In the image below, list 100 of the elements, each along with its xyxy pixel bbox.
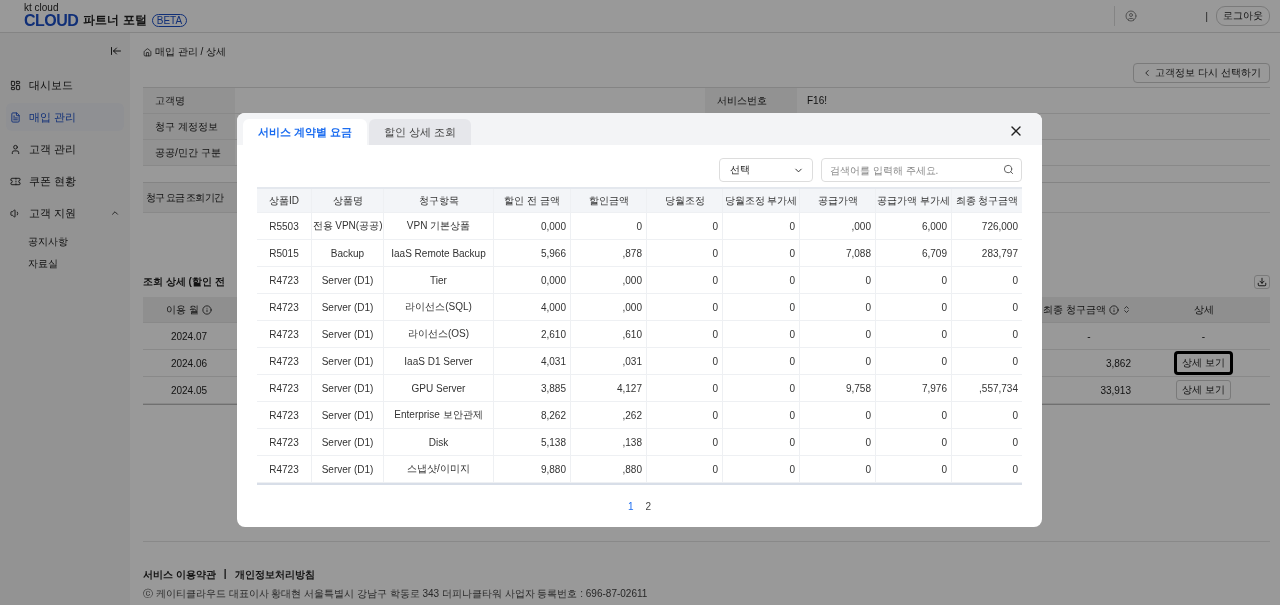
table-cell: 4,031 (493, 348, 570, 374)
table-cell-text: R5015 (268, 246, 300, 261)
table-cell-text: R5503 (268, 219, 300, 234)
table-cell: 4,127 (570, 375, 646, 401)
table-cell: 0 (951, 267, 1022, 293)
column-header: 상세 (1192, 302, 1215, 317)
sidebar-subitem[interactable]: 공지사항 (6, 231, 124, 253)
table-cell: 7,976 (875, 375, 951, 401)
table-cell: 0 (951, 321, 1022, 347)
table-cell: Disk (383, 429, 493, 455)
logout-button[interactable]: 로그아웃 (1216, 6, 1270, 26)
logo[interactable]: CLOUD (24, 13, 79, 29)
table-cell: 0 (722, 213, 799, 239)
table-cell-text: R4723 (268, 381, 300, 396)
column-header: 상품명 (311, 189, 383, 212)
table-cell: 0,000 (493, 267, 570, 293)
table-cell: 0 (951, 456, 1022, 482)
table-cell: ,000 (799, 213, 875, 239)
table-cell: ,878 (570, 240, 646, 266)
document-icon (10, 111, 21, 123)
user-avatar-icon[interactable] (1125, 10, 1138, 22)
table-cell-text: 3,862 (1104, 356, 1132, 371)
table-cell: 0 (799, 294, 875, 320)
info-label: 고객명 (143, 88, 235, 113)
table-cell: 스냅샷/이미지 (383, 456, 493, 482)
section-title: 조회 상세 (할인 전 (143, 275, 225, 289)
table-cell: 0 (799, 429, 875, 455)
table-cell: 0 (875, 267, 951, 293)
sidebar-item[interactable]: 매입 관리 (6, 103, 124, 131)
table-cell: 0 (799, 321, 875, 347)
table-cell: 726,000 (951, 213, 1022, 239)
ticket-icon (10, 175, 21, 187)
table-cell: ,138 (570, 429, 646, 455)
table-cell: 5,138 (493, 429, 570, 455)
table-cell: 6,000 (875, 213, 951, 239)
column-header: 공급가액 부가세 (875, 189, 951, 212)
sidebar-item[interactable]: 고객 지원 (6, 199, 124, 227)
table-cell: 0 (875, 429, 951, 455)
detail-button[interactable]: 상세 보기 (1176, 380, 1231, 400)
table-cell: Server (D1) (311, 267, 383, 293)
table-cell: 9,880 (493, 456, 570, 482)
table-cell: 0 (799, 456, 875, 482)
sort-icon[interactable] (1121, 305, 1131, 314)
table-cell: 0 (951, 294, 1022, 320)
table-cell: 0 (646, 402, 722, 428)
collapse-icon[interactable] (110, 45, 122, 57)
table-cell-text: - (1086, 329, 1092, 344)
table-cell: 0 (646, 267, 722, 293)
select-dropdown[interactable]: 선택 (719, 158, 813, 182)
footer-link[interactable]: 서비스 이용약관 (143, 568, 216, 582)
footer-link[interactable]: 개인정보처리방침 (234, 568, 315, 582)
search-icon[interactable] (1003, 164, 1014, 175)
home-icon (143, 47, 152, 57)
sidebar-item[interactable]: 고객 관리 (6, 135, 124, 163)
search-field[interactable]: 검색어를 입력해 주세요. (821, 158, 1022, 182)
table-cell-text: R4723 (268, 408, 300, 423)
table-cell: 283,797 (951, 240, 1022, 266)
table-cell: ,610 (570, 321, 646, 347)
table-cell: 0 (646, 456, 722, 482)
table-cell: 2,610 (493, 321, 570, 347)
table-cell-text: R4723 (268, 327, 300, 342)
page-button[interactable]: 2 (645, 501, 652, 512)
table-cell: 0 (799, 267, 875, 293)
detail-button[interactable]: 상세 보기 (1175, 352, 1232, 374)
table-cell: 0 (722, 321, 799, 347)
table-cell: GPU Server (383, 375, 493, 401)
tab[interactable]: 할인 상세 조회 (369, 119, 472, 145)
page-button[interactable]: 1 (627, 501, 634, 512)
info-icon (1108, 304, 1119, 315)
column-header[interactable]: 최종 청구금액 (1041, 297, 1137, 322)
table-cell: 0 (646, 321, 722, 347)
table-cell: Tier (383, 267, 493, 293)
table-cell: 0 (722, 429, 799, 455)
company-info: ⓒ 케이티클라우드 대표이사 황대현 서울특별시 강남구 학동로 343 더피나클타워 사업자 등록번호 : 696-87-02611 (143, 587, 649, 601)
tab[interactable]: 서비스 계약별 요금 (243, 119, 368, 145)
column-header: 이용 월 (143, 297, 235, 322)
table-cell: 0 (951, 429, 1022, 455)
column-header: 당월조정 (646, 189, 722, 212)
table-cell: - (1201, 330, 1206, 342)
table-cell: Server (D1) (311, 348, 383, 374)
info-label: 청구 계정정보 (143, 114, 235, 139)
download-button[interactable] (1254, 275, 1270, 289)
table-cell: 3,885 (493, 375, 570, 401)
chart-icon (10, 79, 21, 91)
table-cell: 라이선스(OS) (383, 321, 493, 347)
table-cell: 0 (875, 348, 951, 374)
user-icon (10, 143, 21, 155)
sidebar-subitem[interactable]: 자료실 (6, 253, 124, 275)
table-cell: 0 (875, 321, 951, 347)
table-cell: Backup (311, 240, 383, 266)
table-cell: 0 (722, 294, 799, 320)
back-button[interactable]: 고객정보 다시 선택하기 (1133, 63, 1270, 83)
table-cell: 0 (646, 429, 722, 455)
table-cell: 8,262 (493, 402, 570, 428)
sidebar-item[interactable]: 쿠폰 현황 (6, 167, 124, 195)
table-cell: Enterprise 보안관제 (383, 402, 493, 428)
table-cell: 0 (646, 213, 722, 239)
column-header: 할인금액 (570, 189, 646, 212)
table-cell: 0 (722, 348, 799, 374)
sidebar-item[interactable]: 대시보드 (6, 71, 124, 99)
